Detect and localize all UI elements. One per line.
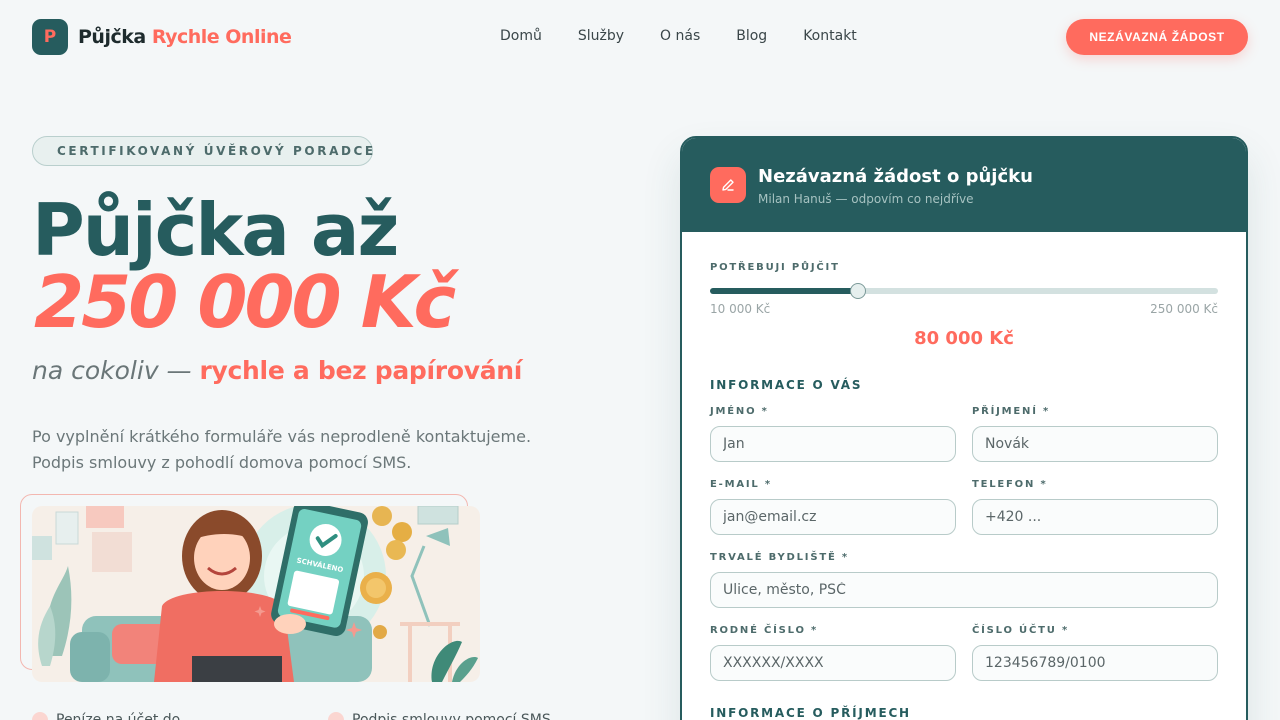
brand-name: Půjčka Rychle Online — [78, 26, 292, 48]
form-subtitle: Milan Hanuš — odpovím co nejdříve — [758, 192, 974, 206]
section-income-info: INFORMACE O PŘÍJMECH — [710, 706, 911, 720]
nav-link-blog[interactable]: Blog — [736, 28, 767, 44]
amount-slider-fill — [710, 288, 859, 294]
badge-text: CERTIFIKOVANÝ ÚVĚROVÝ PORADCE — [57, 144, 376, 158]
account-number-input[interactable] — [972, 645, 1218, 681]
amount-min: 10 000 Kč — [710, 302, 771, 316]
email-input[interactable] — [710, 499, 956, 535]
email-label: E-MAIL * — [710, 479, 772, 490]
nav-link-services[interactable]: Služby — [578, 28, 624, 44]
phone-input[interactable] — [972, 499, 1218, 535]
phone-label: TELEFON * — [972, 479, 1048, 490]
header-cta-button[interactable]: NEZÁVAZNÁ ŽÁDOST — [1066, 19, 1248, 55]
main-nav: Domů Služby O nás Blog Kontakt — [500, 28, 857, 44]
site-header: P Půjčka Rychle Online Domů Služby O nás… — [0, 0, 1280, 74]
feature-item: Podpis smlouvy pomocí SMS — [328, 712, 551, 720]
amount-slider[interactable] — [710, 283, 1218, 299]
hero-subtitle: na cokoliv — rychle a bez papírování — [32, 356, 523, 385]
hero-paragraph: Po vyplnění krátkého formuláře vás nepro… — [32, 427, 532, 472]
last-name-input[interactable] — [972, 426, 1218, 462]
brand-logo[interactable]: P Půjčka Rychle Online — [32, 19, 292, 55]
loan-request-form: Nezávazná žádost o půjčku Milan Hanuš — … — [680, 136, 1248, 720]
logo-mark: P — [32, 19, 68, 55]
form-title: Nezávazná žádost o půjčku — [758, 166, 1033, 187]
feature-item: Peníze na účet do... — [32, 712, 193, 720]
first-name-label: JMÉNO * — [710, 406, 769, 417]
section-personal-info: INFORMACE O VÁS — [710, 378, 863, 392]
form-header: Nezávazná žádost o půjčku Milan Hanuš — … — [682, 138, 1246, 232]
certified-badge: CERTIFIKOVANÝ ÚVĚROVÝ PORADCE — [32, 136, 373, 166]
amount-max: 250 000 Kč — [1150, 302, 1218, 316]
hero-illustration: SCHVÁLENO — [32, 506, 480, 682]
address-label: TRVALÉ BYDLIŠTĚ * — [710, 552, 849, 563]
address-input[interactable] — [710, 572, 1218, 608]
nav-link-about[interactable]: O nás — [660, 28, 700, 44]
birth-number-input[interactable] — [710, 645, 956, 681]
last-name-label: PŘÍJMENÍ * — [972, 406, 1051, 417]
amount-slider-thumb[interactable] — [850, 283, 867, 299]
pencil-icon — [710, 167, 746, 203]
hero-title-line1: Půjčka až — [32, 188, 399, 272]
birth-number-label: RODNÉ ČÍSLO * — [710, 625, 819, 636]
amount-label: POTŘEBUJI PŮJČIT — [710, 262, 840, 273]
first-name-input[interactable] — [710, 426, 956, 462]
nav-link-home[interactable]: Domů — [500, 28, 542, 44]
nav-link-contact[interactable]: Kontakt — [803, 28, 857, 44]
hero-title-amount: 250 000 Kč — [34, 260, 456, 344]
feature-check-icon — [328, 712, 344, 720]
account-number-label: ČÍSLO ÚČTU * — [972, 625, 1069, 636]
amount-value: 80 000 Kč — [914, 328, 1014, 349]
feature-check-icon — [32, 712, 48, 720]
